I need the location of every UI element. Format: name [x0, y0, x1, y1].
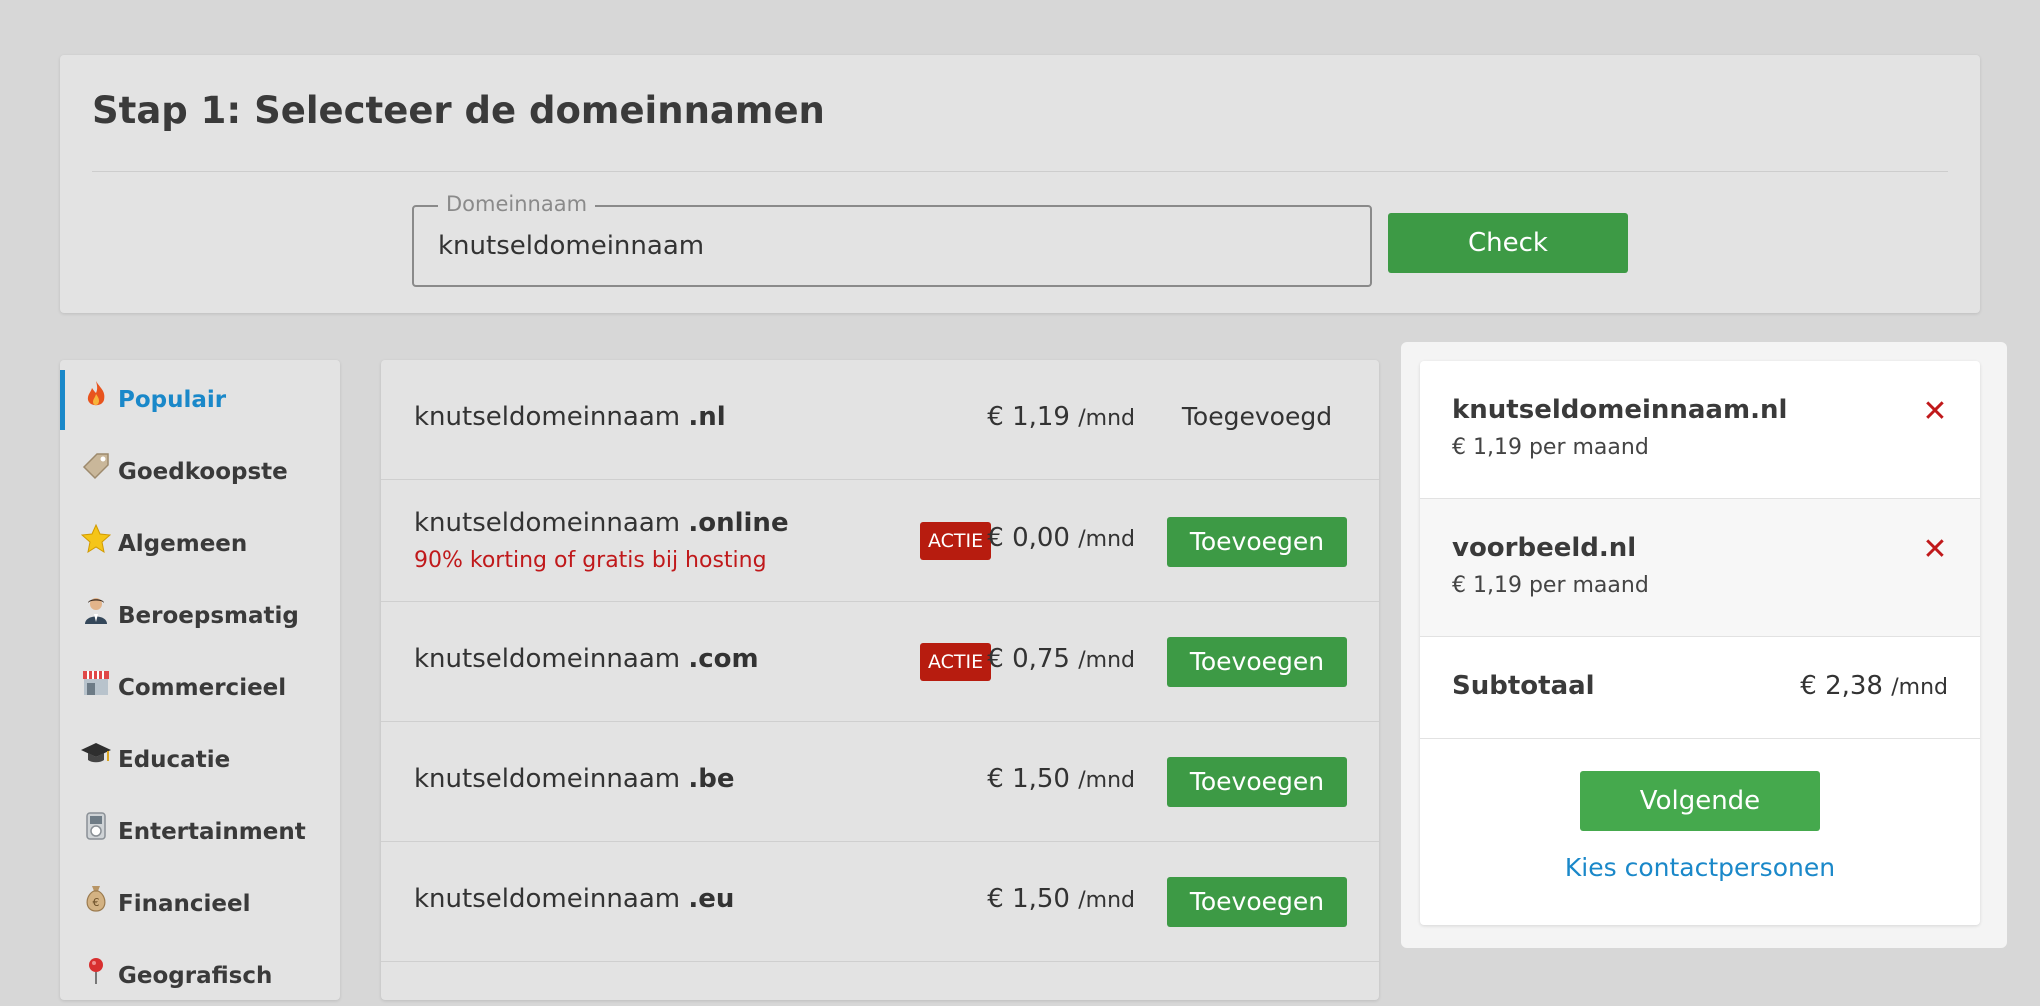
domain-row-nl: knutseldomeinnaam .nl € 1,19 /mnd Toegev…: [381, 360, 1379, 480]
domain-field: Domeinnaam: [412, 192, 1372, 287]
domain-base: knutseldomeinnaam: [414, 644, 681, 674]
price-value: € 1,19: [987, 402, 1070, 432]
domain-results-list: knutseldomeinnaam .nl € 1,19 /mnd Toegev…: [381, 360, 1379, 1000]
price-value: € 1,50: [987, 884, 1070, 914]
actie-badge: ACTIE: [920, 522, 992, 560]
domain-price: € 0,00 /mnd: [987, 523, 1135, 553]
promo-text: 90% korting of gratis bij hosting: [414, 548, 767, 573]
page-title: Stap 1: Selecteer de domeinnamen: [92, 89, 825, 132]
add-domain-button[interactable]: Toevoegen: [1167, 517, 1347, 567]
sidebar-item-label: Goedkoopste: [118, 459, 288, 485]
step-card: Stap 1: Selecteer de domeinnamen Domeinn…: [60, 55, 1980, 313]
money-bag-icon: €: [80, 882, 112, 914]
domain-tld: .online: [688, 508, 789, 538]
actie-badge: ACTIE: [920, 643, 992, 681]
sidebar-item-label: Algemeen: [118, 531, 248, 557]
sidebar-item-financieel[interactable]: € Financieel: [60, 874, 340, 934]
domain-tld: .nl: [688, 402, 726, 432]
domain-tld: .eu: [688, 884, 735, 914]
price-period: /mnd: [1078, 527, 1135, 552]
domain-price: € 1,50 /mnd: [987, 764, 1135, 794]
star-icon: [80, 522, 112, 554]
price-period: /mnd: [1078, 768, 1135, 793]
sidebar-item-label: Educatie: [118, 747, 231, 773]
sidebar-item-educatie[interactable]: Educatie: [60, 730, 340, 790]
sidebar-item-label: Geografisch: [118, 963, 273, 989]
map-pin-icon: [80, 954, 112, 986]
sidebar-item-entertainment[interactable]: Entertainment: [60, 802, 340, 862]
domain-base: knutseldomeinnaam: [414, 884, 681, 914]
domain-field-legend: Domeinnaam: [438, 192, 596, 216]
domain-base: knutseldomeinnaam: [414, 508, 681, 538]
add-domain-button[interactable]: Toevoegen: [1167, 637, 1347, 687]
added-status: Toegevoegd: [1181, 402, 1333, 431]
domain-price: € 1,19 /mnd: [987, 402, 1135, 432]
add-domain-button[interactable]: Toevoegen: [1167, 757, 1347, 807]
sidebar-item-label: Commercieel: [118, 675, 287, 701]
domain-row-com: knutseldomeinnaam .com ACTIE € 0,75 /mnd…: [381, 602, 1379, 722]
price-period: /mnd: [1078, 888, 1135, 913]
sidebar-item-label: Financieel: [118, 891, 251, 917]
sidebar-item-populair[interactable]: Populair: [60, 370, 340, 430]
sidebar-item-algemeen[interactable]: Algemeen: [60, 514, 340, 574]
price-value: € 1,50: [987, 764, 1070, 794]
domain-name: knutseldomeinnaam .eu: [414, 884, 734, 914]
domain-name: knutseldomeinnaam .nl: [414, 402, 726, 432]
divider: [92, 171, 1948, 172]
cart-item-price: € 1,19 per maand: [1452, 435, 1649, 460]
domain-tld: .be: [688, 764, 735, 794]
cart-item: knutseldomeinnaam.nl € 1,19 per maand ✕: [1420, 361, 1980, 499]
cart: knutseldomeinnaam.nl € 1,19 per maand ✕ …: [1420, 361, 1980, 925]
sidebar-item-label: Populair: [118, 387, 227, 413]
domain-price: € 1,50 /mnd: [987, 884, 1135, 914]
sidebar-item-geografisch[interactable]: Geografisch: [60, 946, 340, 1006]
domain-row-eu: knutseldomeinnaam .eu € 1,50 /mnd Toevoe…: [381, 842, 1379, 962]
music-player-icon: [80, 810, 112, 842]
sidebar-item-goedkoopste[interactable]: Goedkoopste: [60, 442, 340, 502]
subtotal-period: /mnd: [1891, 675, 1948, 700]
domain-price: € 0,75 /mnd: [987, 644, 1135, 674]
cart-panel: knutseldomeinnaam.nl € 1,19 per maand ✕ …: [1401, 342, 2007, 948]
contact-persons-link[interactable]: Kies contactpersonen: [1420, 853, 1980, 882]
subtotal-amount: € 2,38: [1800, 671, 1883, 701]
price-value: € 0,75: [987, 644, 1070, 674]
sidebar-item-commercieel[interactable]: Commercieel: [60, 658, 340, 718]
cart-item: voorbeeld.nl € 1,19 per maand ✕: [1420, 499, 1980, 637]
close-icon[interactable]: ✕: [1920, 535, 1950, 565]
price-tag-icon: [80, 450, 112, 482]
domain-tld: .com: [688, 644, 759, 674]
price-period: /mnd: [1078, 406, 1135, 431]
shop-icon: [80, 666, 112, 698]
close-icon[interactable]: ✕: [1920, 397, 1950, 427]
subtotal-label: Subtotaal: [1452, 671, 1595, 701]
category-sidebar: Populair Goedkoopste Algemeen Beroepsmat…: [60, 360, 340, 1000]
domain-name: knutseldomeinnaam .online: [414, 508, 789, 538]
add-domain-button[interactable]: Toevoegen: [1167, 877, 1347, 927]
price-value: € 0,00: [987, 523, 1070, 553]
domain-name: knutseldomeinnaam .com: [414, 644, 759, 674]
subtotal-value: € 2,38 /mnd: [1800, 671, 1948, 701]
sidebar-item-label: Entertainment: [118, 819, 306, 845]
next-button[interactable]: Volgende: [1580, 771, 1820, 831]
business-person-icon: [80, 594, 112, 626]
domain-base: knutseldomeinnaam: [414, 402, 681, 432]
domain-name: knutseldomeinnaam .be: [414, 764, 734, 794]
price-period: /mnd: [1078, 648, 1135, 673]
subtotal-row: Subtotaal € 2,38 /mnd: [1420, 637, 1980, 739]
graduation-cap-icon: [80, 738, 112, 770]
cart-item-name: voorbeeld.nl: [1452, 533, 1637, 563]
cart-item-price: € 1,19 per maand: [1452, 573, 1649, 598]
sidebar-item-label: Beroepsmatig: [118, 603, 299, 629]
flame-icon: [80, 378, 112, 410]
sidebar-item-beroepsmatig[interactable]: Beroepsmatig: [60, 586, 340, 646]
svg-text:€: €: [93, 896, 100, 909]
domain-row-online: knutseldomeinnaam .online 90% korting of…: [381, 480, 1379, 602]
cart-item-name: knutseldomeinnaam.nl: [1452, 395, 1788, 425]
domain-base: knutseldomeinnaam: [414, 764, 681, 794]
domain-input[interactable]: [438, 225, 1338, 267]
domain-row-be: knutseldomeinnaam .be € 1,50 /mnd Toevoe…: [381, 722, 1379, 842]
check-button[interactable]: Check: [1388, 213, 1628, 273]
